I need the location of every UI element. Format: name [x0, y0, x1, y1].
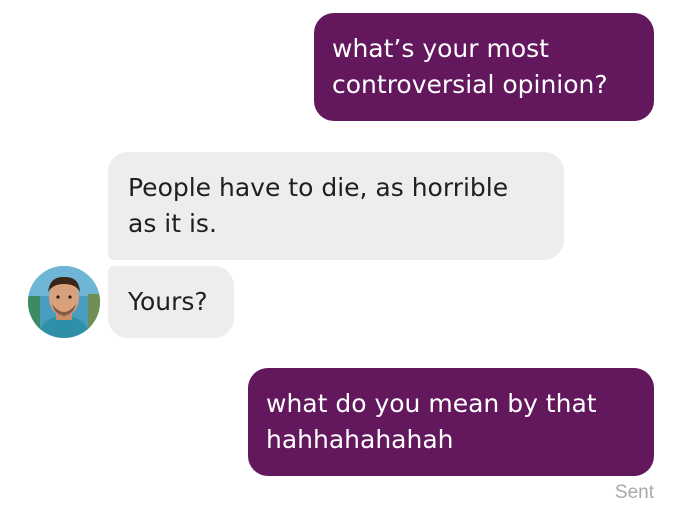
message-text-line: Yours?	[128, 287, 208, 316]
message-bubble-sent[interactable]: what do you mean by that hahhahahahah	[248, 368, 654, 476]
message-text-line: as it is.	[128, 209, 217, 238]
message-text-line: controversial opinion?	[332, 70, 608, 99]
contact-avatar-icon[interactable]	[28, 266, 100, 338]
message-bubble-received[interactable]: Yours?	[108, 266, 234, 338]
message-text-line: People have to die, as horrible	[128, 173, 509, 202]
message-text-line: hahhahahahah	[266, 425, 454, 454]
message-bubble-received[interactable]: People have to die, as horrible as it is…	[108, 152, 564, 260]
message-text-line: what do you mean by that	[266, 389, 597, 418]
message-bubble-sent[interactable]: what’s your most controversial opinion?	[314, 13, 654, 121]
delivery-status: Sent	[614, 482, 654, 503]
person-avatar-icon	[28, 266, 100, 338]
message-text-line: what’s your most	[332, 34, 549, 63]
